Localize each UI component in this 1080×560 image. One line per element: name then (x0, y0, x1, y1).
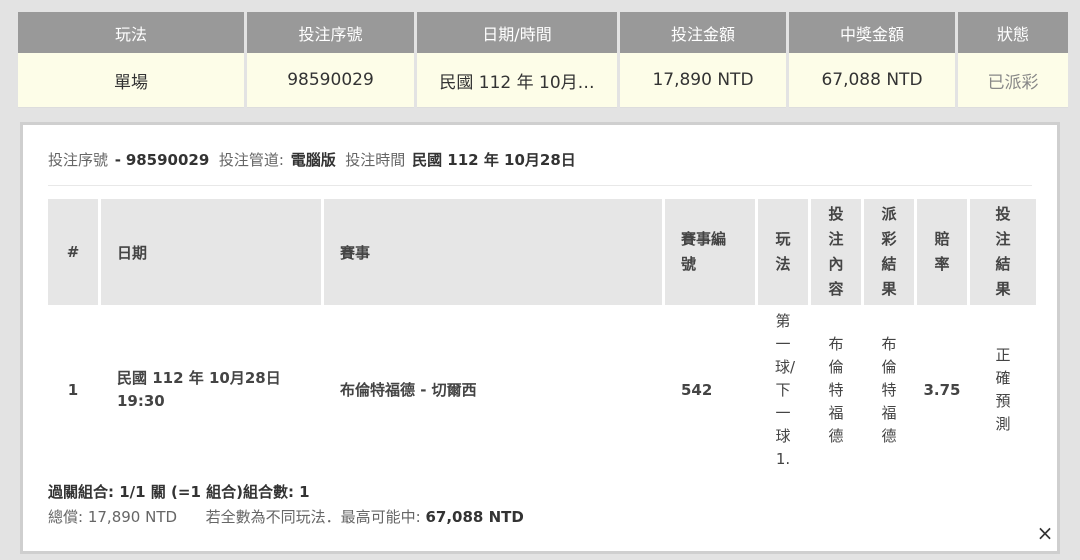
cell-odds: 3.75 (923, 380, 961, 399)
cell-outcome: 正確預測 (995, 346, 1011, 433)
cell-datetime: 民國 112 年 10月… (417, 53, 617, 108)
col-header-play: 玩法 (18, 12, 244, 53)
cell-play: 單場 (18, 53, 244, 108)
total-summary: 總償: 17,890 NTD 若全數為不同玩法．最高可能中: 67,088 NT… (48, 506, 524, 527)
cell-date-time: 19:30 (117, 392, 165, 410)
cell-match-no: 542 (681, 380, 713, 399)
cell-pick: 布倫特福德 (828, 334, 844, 445)
channel-label: 投注管道: (218, 151, 284, 169)
col-header-index: # (48, 199, 98, 305)
total-label: 總償: (48, 508, 84, 526)
col-header-stake: 投注金額 (620, 12, 786, 53)
total-value: 17,890 NTD (87, 508, 178, 526)
bet-detail-table: # 日期 賽事 賽事編號 玩法 投注內容 派彩結果 賠率 投注結果 1 民國 1… (48, 199, 1036, 475)
col-header-match-no: 賽事編號 (665, 199, 755, 305)
col-header-date: 日期 (101, 199, 321, 305)
time-value: 民國 112 年 10月28日 (412, 151, 576, 169)
serial-value: 98590029 (125, 151, 210, 169)
col-header-outcome: 投注結果 (970, 199, 1036, 305)
cell-serial: 98590029 (247, 53, 414, 108)
col-header-status: 狀態 (958, 12, 1068, 53)
cell-date: 民國 112 年 10月28日 19:30 (101, 305, 321, 475)
cell-result: 布倫特福德 (881, 334, 897, 445)
serial-sep: - (114, 151, 122, 169)
col-header-play: 玩法 (758, 199, 808, 305)
col-header-datetime: 日期/時間 (417, 12, 617, 53)
col-header-prize: 中獎金額 (789, 12, 955, 53)
col-header-result: 派彩結果 (864, 199, 914, 305)
cell-stake: 17,890 NTD (620, 53, 786, 108)
channel-value: 電腦版 (290, 151, 336, 169)
close-icon[interactable]: × (1030, 519, 1060, 547)
combo-summary: 過關組合: 1/1 關 (=1 組合)組合數: 1 (48, 483, 310, 501)
cell-play: 第一球/下一球1. (775, 311, 796, 468)
col-header-match: 賽事 (324, 199, 662, 305)
bet-detail-panel: 投注序號 - 98590029 投注管道: 電腦版 投注時間 民國 112 年 … (20, 122, 1060, 554)
max-label: 若全數為不同玩法．最高可能中: (205, 508, 421, 526)
col-header-serial: 投注序號 (247, 12, 414, 53)
cell-index: 1 (67, 380, 79, 399)
cell-prize: 67,088 NTD (789, 53, 955, 108)
bet-info-line: 投注序號 - 98590029 投注管道: 電腦版 投注時間 民國 112 年 … (48, 149, 576, 170)
divider (48, 185, 1032, 186)
cell-match: 布倫特福德 - 切爾西 (340, 380, 477, 399)
bet-summary-table: 玩法 投注序號 日期/時間 投注金額 中獎金額 狀態 單場 98590029 民… (18, 12, 1068, 108)
col-header-odds: 賠率 (917, 199, 967, 305)
status-badge: 已派彩 (958, 53, 1068, 108)
max-value: 67,088 NTD (425, 508, 524, 526)
time-label: 投注時間 (345, 151, 406, 169)
col-header-pick: 投注內容 (811, 199, 861, 305)
serial-label: 投注序號 (48, 151, 109, 169)
cell-date-day: 民國 112 年 10月28日 (117, 369, 281, 387)
